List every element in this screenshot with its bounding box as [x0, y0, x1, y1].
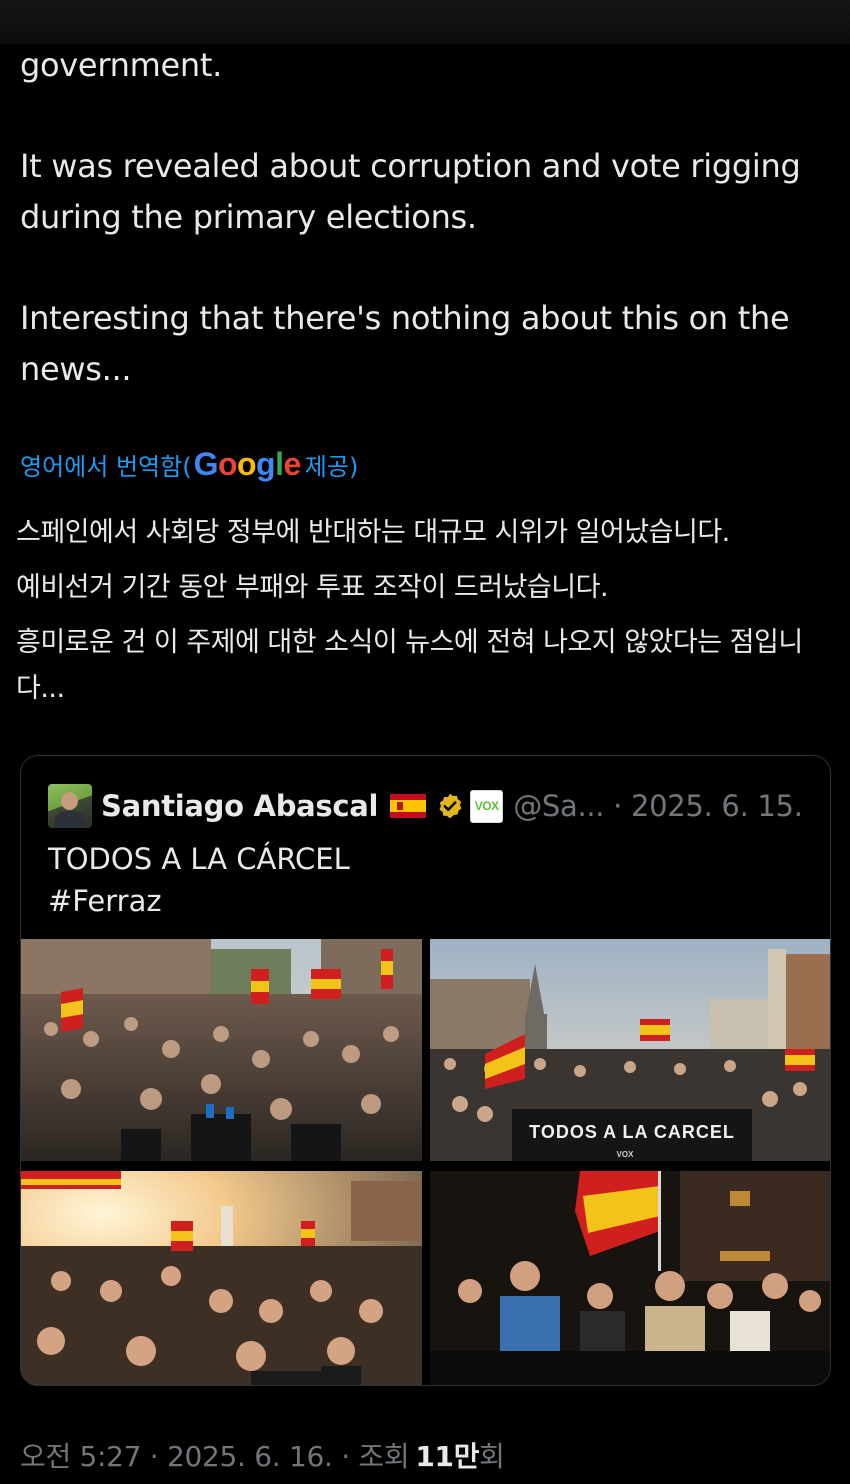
- tweet-paragraph: Interesting that there's nothing about t…: [20, 299, 790, 388]
- protest-photo-banner[interactable]: TODOS A LA CARCEL VOX: [430, 939, 830, 1161]
- timestamp[interactable]: 오전 5:27 · 2025. 6. 16. · 조회: [20, 1435, 410, 1475]
- protest-photo-crowd-press[interactable]: [21, 939, 422, 1161]
- google-logo: Google: [193, 445, 302, 482]
- quoted-tweet-header: Santiago Abascal VOX @Sa... · 2025. 6. 1…: [48, 784, 818, 828]
- quoted-text-line: TODOS A LA CÁRCEL: [48, 842, 350, 876]
- view-count: 11만: [415, 1440, 480, 1473]
- protest-photo-sunset[interactable]: [21, 1171, 422, 1385]
- view-unit: 회: [479, 1440, 505, 1473]
- tweet-timestamp-views: 오전 5:27 · 2025. 6. 16. · 조회 11만 회: [20, 1433, 505, 1477]
- avatar[interactable]: [48, 784, 92, 828]
- translated-line: 흥미로운 건 이 주제에 대한 소식이 뉴스에 전혀 나오지 않았다는 점입니다…: [16, 627, 803, 704]
- spain-flag-icon: [390, 794, 427, 818]
- tweet-paragraph: It was revealed about corruption and vot…: [20, 147, 801, 236]
- tweet-paragraph: government.: [20, 46, 222, 84]
- translated-line: 예비선거 기간 동안 부패와 투표 조작이 드러났습니다.: [16, 572, 609, 603]
- translation-notice-suffix: 제공): [304, 452, 359, 481]
- quoted-tweet-text: TODOS A LA CÁRCEL #Ferraz: [48, 838, 808, 922]
- author-name[interactable]: Santiago Abascal: [101, 789, 378, 823]
- handle-and-date: @Sa... · 2025. 6. 15.: [513, 789, 803, 823]
- translation-notice-prefix: 영어에서 번역함(: [20, 452, 192, 481]
- translated-text: 스페인에서 사회당 정부에 반대하는 대규모 시위가 일어났습니다. 예비선거 …: [16, 510, 836, 721]
- tweet-body: government. It was revealed about corrup…: [20, 40, 835, 395]
- hashtag-link[interactable]: #Ferraz: [48, 880, 808, 922]
- translated-line: 스페인에서 사회당 정부에 반대하는 대규모 시위가 일어났습니다.: [16, 517, 730, 548]
- vox-affiliate-badge[interactable]: VOX: [470, 789, 504, 823]
- banner-subtext: VOX: [617, 1150, 635, 1159]
- protest-photo-night-leaders[interactable]: [430, 1171, 830, 1385]
- banner-text: TODOS A LA CARCEL: [529, 1122, 735, 1142]
- translation-notice[interactable]: 영어에서 번역함( Google 제공): [20, 444, 358, 484]
- media-grid: TODOS A LA CARCEL VOX: [21, 939, 830, 1385]
- status-bar: [0, 0, 850, 44]
- verified-badge-icon: [439, 793, 462, 819]
- quoted-tweet-card[interactable]: Santiago Abascal VOX @Sa... · 2025. 6. 1…: [20, 755, 831, 1386]
